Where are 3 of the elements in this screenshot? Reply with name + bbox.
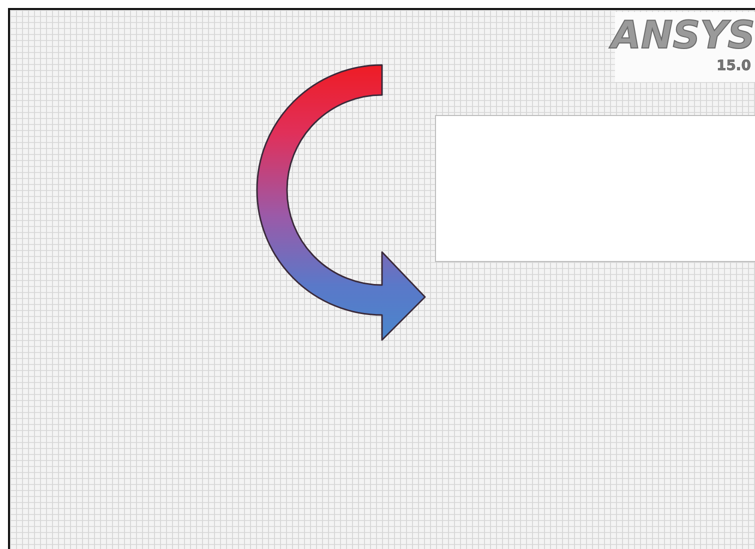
version-text: 15.0 xyxy=(716,58,751,74)
logo-text: ANSYS xyxy=(612,16,755,54)
curved-arrow-icon xyxy=(256,64,426,341)
